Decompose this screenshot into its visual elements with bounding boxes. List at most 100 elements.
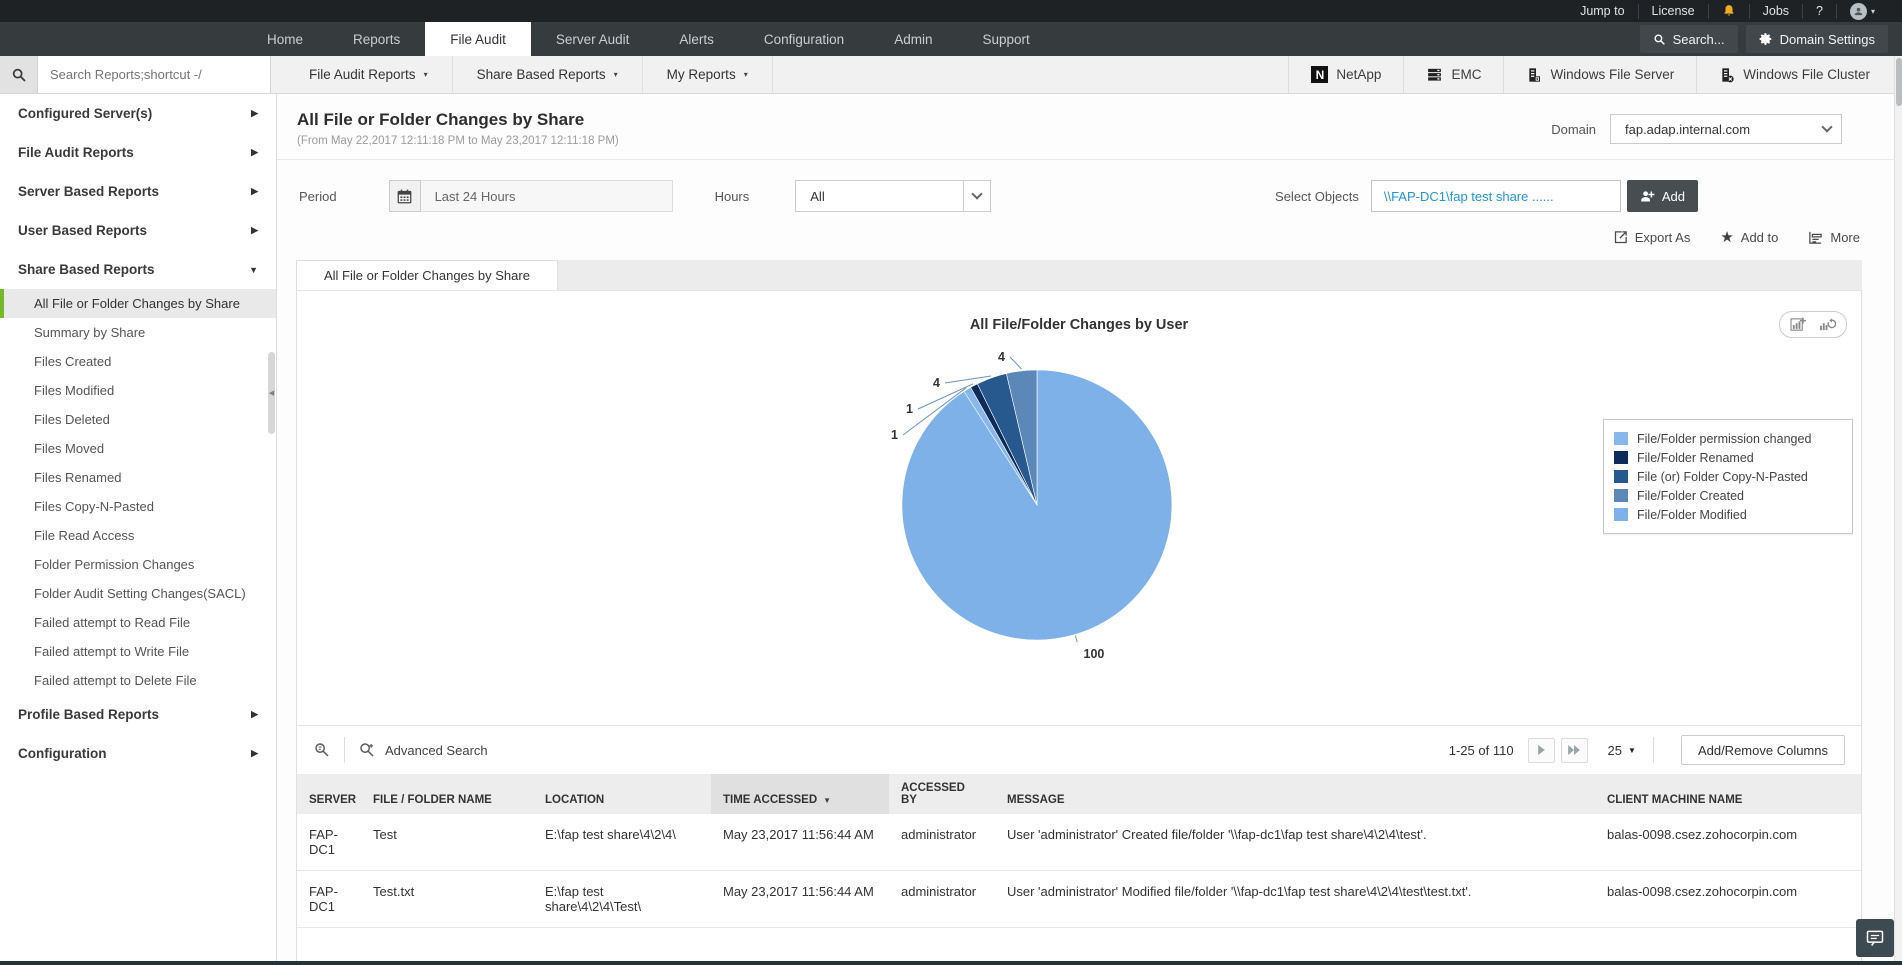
select-objects-label: Select Objects (1275, 188, 1359, 204)
next-page-button[interactable] (1527, 737, 1555, 763)
sidebar-section-profile-based-reports[interactable]: Profile Based Reports ▶ (0, 695, 276, 734)
calendar-button[interactable] (388, 180, 421, 212)
feedback-button[interactable] (1856, 919, 1894, 957)
pie-label-file-folder-renamed: 1 (906, 402, 913, 416)
help-button[interactable]: ? (1803, 3, 1837, 19)
refresh-chart-icon[interactable] (1819, 317, 1836, 332)
divider (1652, 737, 1654, 763)
menu-label: File Audit Reports (309, 67, 416, 82)
sidebar-item-summary-by-share[interactable]: Summary by Share (0, 318, 276, 347)
more-label: More (1830, 229, 1860, 245)
legend-item-file-or-folder-copy-n-pasted[interactable]: File (or) Folder Copy-N-Pasted (1614, 467, 1842, 486)
netapp-link[interactable]: N NetApp (1288, 56, 1403, 93)
global-search-button[interactable]: Search... (1639, 25, 1738, 53)
domain-select[interactable]: fap.adap.internal.com (1610, 114, 1842, 144)
sidebar-item-failed-attempt-to-write-file[interactable]: Failed attempt to Write File (0, 637, 276, 666)
sidebar-item-folder-audit-setting-changes-sacl[interactable]: Folder Audit Setting Changes(SACL) (0, 579, 276, 608)
notifications-button[interactable] (1709, 3, 1750, 19)
report-search-button[interactable] (0, 56, 38, 93)
cell-name[interactable]: Test (361, 814, 533, 871)
add-chart-icon[interactable] (1790, 317, 1807, 332)
jobs-link[interactable]: Jobs (1750, 3, 1804, 19)
pie-chart[interactable]: 100 11 4 4 (757, 315, 1317, 695)
column-search-icon[interactable] (313, 741, 331, 759)
last-page-button[interactable] (1560, 737, 1588, 763)
windows-file-cluster-link[interactable]: Windows File Cluster (1696, 56, 1892, 93)
file-server-label: Windows File Server (1550, 67, 1675, 82)
nav-tab-alerts[interactable]: Alerts (654, 22, 739, 56)
nav-tab-file-audit[interactable]: File Audit (425, 22, 531, 56)
page-size-select[interactable]: 25 ▼ (1608, 743, 1636, 758)
sidebar-section-server-based-reports[interactable]: Server Based Reports ▶ (0, 172, 276, 211)
sidebar-section-file-audit-reports[interactable]: File Audit Reports ▶ (0, 133, 276, 172)
user-menu[interactable]: ▾ (1837, 2, 1888, 20)
column-header-accessed-by[interactable]: ACCESSED BY (889, 774, 995, 814)
column-header-server[interactable]: SERVER (297, 774, 361, 814)
sidebar-item-failed-attempt-to-delete-file[interactable]: Failed attempt to Delete File (0, 666, 276, 695)
cell-message: User 'administrator' Created file/folder… (995, 814, 1595, 871)
sidebar-item-failed-attempt-to-read-file[interactable]: Failed attempt to Read File (0, 608, 276, 637)
period-input[interactable]: Last 24 Hours (420, 180, 673, 212)
windows-file-server-link[interactable]: Windows File Server (1503, 56, 1696, 93)
nav-tab-admin[interactable]: Admin (869, 22, 957, 56)
report-search-input[interactable] (38, 56, 271, 93)
netapp-label: NetApp (1336, 67, 1382, 82)
sidebar-item-files-created[interactable]: Files Created (0, 347, 276, 376)
sidebar-item-all-file-or-folder-changes-by-share[interactable]: All File or Folder Changes by Share (0, 289, 276, 318)
tab-all-file-or-folder-changes-by-share[interactable]: All File or Folder Changes by Share (296, 260, 558, 290)
advanced-search-button[interactable]: Advanced Search (358, 741, 488, 759)
topbar-nav-right: Search... Domain Settings (1639, 22, 1902, 56)
license-link[interactable]: License (1639, 3, 1709, 19)
sidebar-section-configured-server-s[interactable]: Configured Server(s) ▶ (0, 94, 276, 133)
sidebar-section-label: Share Based Reports (18, 262, 155, 277)
domain-settings-label: Domain Settings (1779, 31, 1875, 47)
chevron-right-icon: ▶ (251, 108, 258, 118)
nav-tab-home[interactable]: Home (242, 22, 328, 56)
domain-settings-button[interactable]: Domain Settings (1745, 25, 1888, 53)
more-button[interactable]: More (1808, 230, 1860, 245)
cell-name[interactable]: Test.txt (361, 870, 533, 928)
nav-tab-server-audit[interactable]: Server Audit (531, 22, 655, 56)
sidebar-section-share-based-reports[interactable]: Share Based Reports ▼ (0, 250, 276, 289)
hours-select[interactable]: All (795, 180, 992, 212)
legend-item-file-folder-renamed[interactable]: File/Folder Renamed (1614, 448, 1842, 467)
reports-toolbar: File Audit Reports▾Share Based Reports▾M… (0, 56, 1902, 94)
menu-share-based-reports[interactable]: Share Based Reports ▾ (453, 56, 643, 93)
column-header-file-folder-name[interactable]: FILE / FOLDER NAME (361, 774, 533, 814)
sidebar-item-file-read-access[interactable]: File Read Access (0, 521, 276, 550)
export-as-button[interactable]: Export As (1613, 230, 1690, 245)
sidebar-item-files-copy-n-pasted[interactable]: Files Copy-N-Pasted (0, 492, 276, 521)
legend-item-file-folder-created[interactable]: File/Folder Created (1614, 486, 1842, 505)
column-header-client-machine-name[interactable]: CLIENT MACHINE NAME (1595, 774, 1861, 814)
sidebar-item-folder-permission-changes[interactable]: Folder Permission Changes (0, 550, 276, 579)
nav-tab-support[interactable]: Support (957, 22, 1054, 56)
emc-link[interactable]: EMC (1403, 56, 1503, 93)
menu-file-audit-reports[interactable]: File Audit Reports ▾ (285, 56, 453, 93)
add-remove-columns-button[interactable]: Add/Remove Columns (1680, 735, 1845, 765)
legend-item-file-folder-permission-changed[interactable]: File/Folder permission changed (1614, 429, 1842, 448)
sidebar-item-files-moved[interactable]: Files Moved (0, 434, 276, 463)
sidebar-item-files-modified[interactable]: Files Modified (0, 376, 276, 405)
sidebar-item-files-deleted[interactable]: Files Deleted (0, 405, 276, 434)
nav-tab-reports[interactable]: Reports (328, 22, 425, 56)
scrollbar-thumb[interactable] (1896, 58, 1902, 106)
chart-area: All File/Folder Changes by User 100 1 1 4 4 … (297, 290, 1861, 725)
column-header-time-accessed[interactable]: TIME ACCESSED ▼ (711, 774, 889, 814)
sidebar-section-configuration[interactable]: Configuration ▶ (0, 734, 276, 773)
menu-my-reports[interactable]: My Reports ▾ (643, 56, 773, 93)
gear-icon (1759, 32, 1773, 46)
select-objects-input[interactable]: \\FAP-DC1\fap test share ...... (1370, 180, 1621, 212)
column-header-location[interactable]: LOCATION (533, 774, 711, 814)
report-table: SERVER FILE / FOLDER NAME LOCATION TIME ACC… (297, 774, 1861, 928)
nav-tab-configuration[interactable]: Configuration (739, 22, 869, 56)
sidebar-scrollbar[interactable]: ◀ (268, 352, 275, 434)
sidebar-section-user-based-reports[interactable]: User Based Reports ▶ (0, 211, 276, 250)
column-header-message[interactable]: MESSAGE (995, 774, 1595, 814)
page-scrollbar[interactable] (1894, 56, 1902, 961)
sidebar-item-files-renamed[interactable]: Files Renamed (0, 463, 276, 492)
pie-label-file-folder-created: 4 (998, 350, 1005, 364)
legend-item-file-folder-modified[interactable]: File/Folder Modified (1614, 505, 1842, 524)
add-objects-button[interactable]: Add (1626, 180, 1698, 212)
jump-to-link[interactable]: Jump to (1567, 3, 1639, 19)
add-to-button[interactable]: ★ Add to (1720, 228, 1778, 246)
